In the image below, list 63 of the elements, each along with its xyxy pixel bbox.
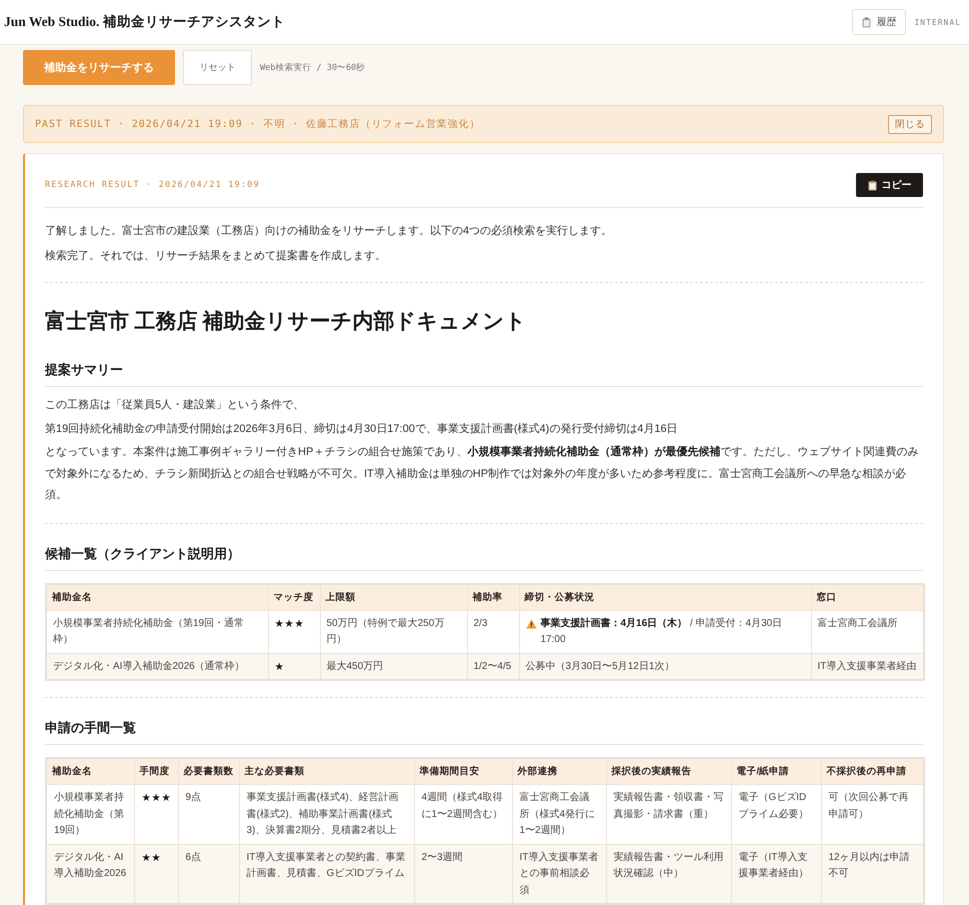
column-header: 不採択後の再申請 <box>821 758 924 784</box>
table-cell: 事業支援計画書(様式4)、経営計画書(様式2)、補助事業計画書(様式3)、決算書2期分、見積書2者以上 <box>239 784 414 844</box>
rating-cell: ★★★ <box>134 784 178 844</box>
summary-paragraph: となっています。本案件は施工事例ギャラリー付きHP＋チラシの組合せ施策であり、小規模事業者持続化補助金（通常枠）が最優先候補です。ただし、ウェブサイト関連費のみで対象外になるため、チラシ新聞折込との組合せ戦略が不可欠。IT導入補助金は単独のHP制作では対象外の年度が多いため参考程度に。富士宮商工会議所への早急な相談が必須。 <box>45 444 920 503</box>
table-cell: デジタル化・AI導入補助金2026 <box>46 844 134 904</box>
document-title: 富士宮市 工務店 補助金リサーチ内部ドキュメント <box>45 308 528 335</box>
section-heading: 申請の手間一覧 <box>45 718 923 745</box>
clipboard-icon <box>862 16 872 28</box>
rating-cell: ★★★ <box>268 610 320 653</box>
table-cell: 2/3 <box>467 610 519 653</box>
copy-button[interactable]: コピー <box>856 173 923 197</box>
table-cell: 電子（IT導入支援事業者経由） <box>731 844 821 904</box>
column-header: 補助率 <box>467 584 519 610</box>
column-header: 締切・公募状況 <box>519 584 811 610</box>
table-cell: デジタル化・AI導入補助金2026（通常枠） <box>46 653 268 680</box>
table-cell: 実績報告書・ツール利用状況確認（中） <box>606 844 731 904</box>
clipboard-icon <box>868 180 876 190</box>
result-label: RESEARCH RESULT · 2026/04/21 19:09 <box>45 180 260 190</box>
summary-paragraph: 第19回持続化補助金の申請受付開始は2026年3月6日、締切は4月30日17:00で、事業支援計画書(様式4)の発行受付締切は4月16日 <box>45 422 679 436</box>
table-cell: 2〜3週間 <box>414 844 512 904</box>
table-cell: 実績報告書・領収書・写真撮影・請求書（重） <box>606 784 731 844</box>
section-heading: 提案サマリー <box>45 360 923 387</box>
table-cell: 4週間（様式4取得に1〜2週間含む） <box>414 784 512 844</box>
column-header: 補助金名 <box>46 758 134 784</box>
history-button[interactable]: 履歴 <box>852 9 906 35</box>
column-header: 準備期間目安 <box>414 758 512 784</box>
table-cell: 最大450万円 <box>320 653 467 680</box>
hint-text: Web検索実行 / 30〜60秒 <box>260 62 366 74</box>
app-title: Jun Web Studio. 補助金リサーチアシスタント <box>4 13 285 31</box>
column-header: 必要書類数 <box>178 758 239 784</box>
column-header: 主な必要書類 <box>239 758 414 784</box>
table-cell: 富士宮商工会議所（様式4発行に1〜2週間） <box>512 784 606 844</box>
environment-label: INTERNAL <box>914 18 961 26</box>
column-header: 採択後の実績報告 <box>606 758 731 784</box>
column-header: 窓口 <box>811 584 924 610</box>
table-cell: 50万円（特例で最大250万円） <box>320 610 467 653</box>
table-cell: 小規模事業者持続化補助金（第19回） <box>46 784 134 844</box>
table-cell: 小規模事業者持続化補助金（第19回・通常枠） <box>46 610 268 653</box>
column-header: 手間度 <box>134 758 178 784</box>
deadline-text: 事業支援計画書：4月16日（木） / 申請受付：4月30日 17:00 <box>540 616 784 647</box>
column-header: 電子/紙申請 <box>731 758 821 784</box>
past-result-text: PAST RESULT · 2026/04/21 19:09 · 不明 · 佐藤工務店（リフォーム営業強化） <box>35 118 480 131</box>
column-header: 上限額 <box>320 584 467 610</box>
table-cell: 1/2〜4/5 <box>467 653 519 680</box>
column-header: 補助金名 <box>46 584 268 610</box>
table-cell: 電子（GビズIDプライム必要） <box>731 784 821 844</box>
table-cell: IT導入支援事業者経由 <box>811 653 924 680</box>
section-heading: 候補一覧（クライアント説明用） <box>45 544 923 570</box>
summary-paragraph: この工務店は「従業員5人・建設業」という条件で、 <box>45 398 306 413</box>
column-header: 外部連携 <box>512 758 606 784</box>
table-cell: 9点 <box>178 784 239 844</box>
table-cell: 6点 <box>178 844 239 904</box>
table-cell: 12ヶ月以内は申請不可 <box>821 844 924 904</box>
intro-paragraph: 了解しました。富士宮市の建設業（工務店）向けの補助金をリサーチします。以下の4つの必須検索を実行します。 <box>45 224 614 239</box>
rating-cell: ★★ <box>134 844 178 904</box>
table-cell: IT導入支援事業者との事前相談必須 <box>512 844 606 904</box>
column-header: マッチ度 <box>268 584 320 610</box>
intro-paragraph: 検索完了。それでは、リサーチ結果をまとめて提案書を作成します。 <box>45 248 387 264</box>
close-button[interactable]: 閉じる <box>888 114 932 134</box>
rating-cell: ★ <box>268 653 320 680</box>
table-cell: IT導入支援事業者との契約書、事業計画書、見積書、GビズIDプライム <box>239 844 414 904</box>
table-cell: 公募中（3月30日〜5月12日1次） <box>519 653 811 680</box>
reset-button[interactable]: リセット <box>183 50 252 85</box>
